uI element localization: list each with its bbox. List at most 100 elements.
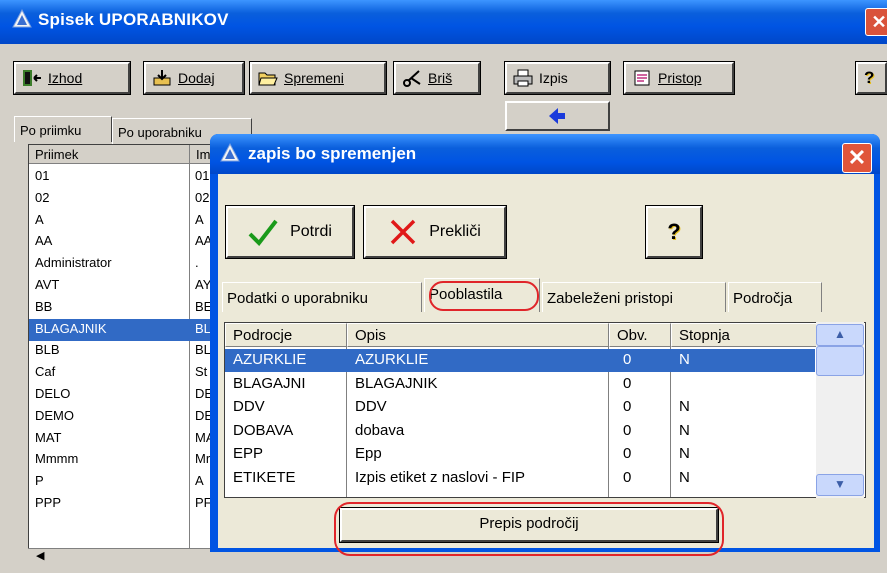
cell-mandatory: 0 — [623, 374, 632, 392]
exit-door-icon — [23, 70, 41, 86]
list-item-surname: MAT — [35, 429, 62, 445]
access-button[interactable]: Pristop — [623, 61, 735, 95]
table-row[interactable]: DOBAVA dobava 0 N — [225, 420, 815, 443]
delete-button[interactable]: Briš — [393, 61, 481, 95]
access-log-icon — [634, 70, 650, 86]
column-header-surname[interactable]: Priimek — [29, 145, 190, 164]
table-row[interactable]: DDV DDV 0 N — [225, 396, 815, 419]
cell-description: Epp — [355, 445, 382, 462]
table-row[interactable]: ETIKETE Izpis etiket z naslovi - FIP 0 N — [225, 467, 815, 490]
help-icon: ? — [667, 219, 681, 244]
column-header-description[interactable]: Opis — [347, 323, 609, 347]
permissions-grid[interactable]: Podrocje Opis Obv. Stopnja AZURKLIE AZURK… — [224, 322, 866, 498]
tab-logged-access[interactable]: Zabeleženi pristopi — [542, 282, 726, 312]
add-button[interactable]: Dodaj — [143, 61, 245, 95]
arrow-left-icon — [549, 108, 565, 124]
scroll-down-button[interactable]: ▼ — [816, 474, 864, 496]
cell-description: dobava — [355, 421, 405, 439]
column-header-mandatory-label: Obv. — [617, 327, 648, 344]
list-item-surname: Administrator — [35, 255, 112, 271]
table-row[interactable]: EPP Epp 0 N — [225, 443, 815, 466]
print-button[interactable]: Izpis — [504, 61, 611, 95]
cell-area: EPP — [233, 445, 264, 462]
list-item-name: BL — [195, 320, 211, 336]
table-row[interactable]: AZURKLIE AZURKLIE 0 N — [225, 349, 815, 372]
main-close-button[interactable]: ✕ — [865, 8, 887, 36]
list-item-surname: PPP — [35, 495, 62, 510]
column-header-area[interactable]: Podrocje — [225, 323, 347, 347]
column-header-description-label: Opis — [355, 327, 386, 344]
tab-user-data[interactable]: Podatki o uporabniku — [222, 282, 422, 312]
tab-areas[interactable]: Področja — [728, 282, 822, 312]
dialog-close-button[interactable]: ✕ — [842, 143, 872, 173]
cancel-button[interactable]: Prekliči — [363, 205, 507, 259]
delete-button-label: Briš — [428, 70, 453, 86]
scroll-up-button[interactable]: ▲ — [816, 324, 864, 346]
list-item-surname: 02 — [35, 189, 50, 205]
list-item-surname: BB — [35, 298, 53, 314]
cell-description: BLAGAJNIK — [355, 374, 438, 392]
tab-user-data-label: Podatki o uporabniku — [227, 290, 368, 307]
checkmark-icon — [248, 219, 278, 246]
tab-by-surname[interactable]: Po priimku — [14, 116, 112, 142]
cell-level: N — [679, 398, 690, 415]
list-item-name: 02 — [195, 189, 210, 205]
list-item-name: Mr — [195, 451, 211, 467]
cell-level: N — [679, 468, 690, 486]
main-window-title: Spisek UPORABNIKOV — [38, 10, 229, 29]
printer-icon — [513, 69, 533, 87]
cell-mandatory: 0 — [623, 445, 632, 462]
dialog-help-button[interactable]: ? — [645, 205, 703, 259]
list-item-name: . — [195, 255, 199, 271]
edit-button[interactable]: Spremeni — [249, 61, 387, 95]
list-item-name: BL — [195, 342, 211, 358]
copy-areas-button[interactable]: Prepis področij — [339, 507, 719, 543]
chevron-down-icon: ▼ — [834, 477, 846, 491]
cell-mandatory: 0 — [623, 351, 632, 368]
cross-icon — [390, 219, 416, 245]
column-header-name-label: Im — [196, 147, 211, 162]
cell-area: DOBAVA — [233, 421, 294, 439]
dialog-app-icon — [220, 143, 240, 162]
access-button-label: Pristop — [658, 70, 702, 86]
column-header-area-label: Podrocje — [233, 327, 293, 344]
list-item-surname: BLAGAJNIK — [35, 320, 107, 336]
cell-mandatory: 0 — [623, 468, 632, 486]
confirm-button-label: Potrdi — [290, 223, 332, 240]
list-item-name: 01 — [195, 168, 210, 183]
cell-area: BLAGAJNI — [233, 374, 306, 392]
cell-level: N — [679, 445, 690, 462]
list-item-name: AY — [195, 277, 212, 292]
dialog-title: zapis bo spremenjen — [248, 144, 417, 163]
print-button-label: Izpis — [539, 70, 568, 86]
tab-permissions[interactable]: Pooblastila — [424, 278, 540, 312]
tab-by-user-label: Po uporabniku — [118, 125, 202, 140]
column-header-level-label: Stopnja — [679, 327, 730, 344]
cell-area: ETIKETE — [233, 468, 296, 486]
list-item-surname: AA — [35, 233, 53, 249]
column-header-surname-label: Priimek — [35, 147, 79, 162]
table-row[interactable]: BLAGAJNI BLAGAJNIK 0 — [225, 373, 815, 396]
tab-areas-label: Področja — [733, 290, 793, 307]
cell-area: AZURKLIE — [233, 351, 307, 368]
cell-level: N — [679, 421, 690, 439]
copy-areas-button-label: Prepis področij — [479, 515, 579, 532]
scroll-thumb[interactable] — [816, 346, 864, 376]
list-item-surname: Mmmm — [35, 451, 79, 467]
main-window-titlebar: Spisek UPORABNIKOV — [0, 0, 887, 44]
confirm-button[interactable]: Potrdi — [225, 205, 355, 259]
cell-level: N — [679, 351, 690, 368]
tab-by-surname-label: Po priimku — [20, 123, 82, 138]
cell-area: DDV — [233, 398, 265, 415]
tab-logged-access-label: Zabeleženi pristopi — [547, 290, 673, 307]
cell-description: AZURKLIE — [355, 351, 429, 368]
back-arrow-button[interactable] — [505, 101, 610, 131]
column-header-mandatory[interactable]: Obv. — [609, 323, 671, 347]
cell-mandatory: 0 — [623, 421, 632, 439]
main-help-button[interactable]: ? — [855, 61, 887, 95]
list-item-surname: P — [35, 473, 44, 489]
exit-button[interactable]: Izhod — [13, 61, 131, 95]
column-header-level[interactable]: Stopnja — [671, 323, 817, 347]
list-item-surname: AVT — [35, 277, 60, 292]
edit-button-label: Spremeni — [284, 70, 344, 86]
